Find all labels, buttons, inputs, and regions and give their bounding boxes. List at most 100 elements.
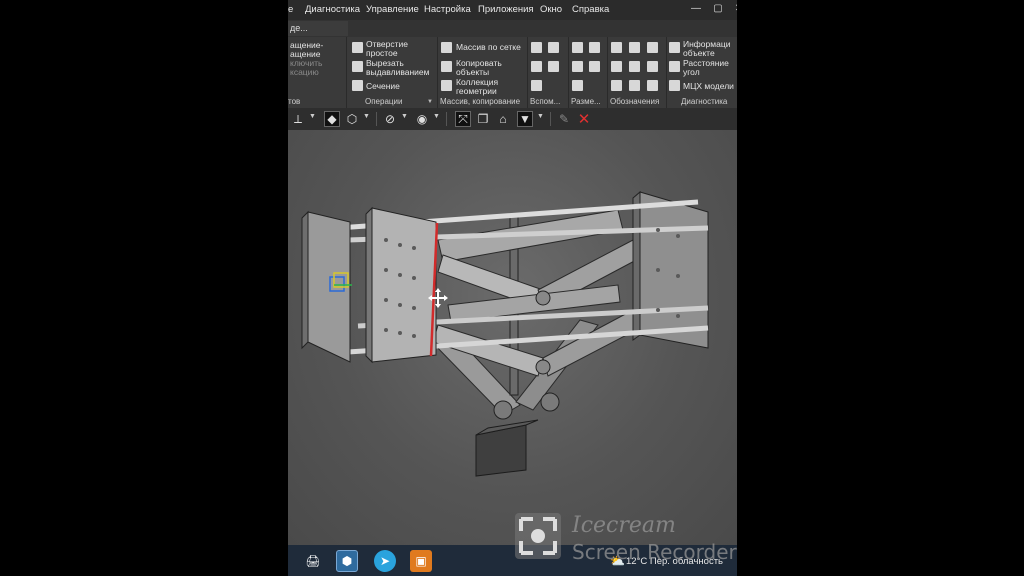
- pivot-pin[interactable]: [493, 400, 513, 420]
- aux-curve-icon[interactable]: [531, 80, 542, 91]
- group-expand-icon[interactable]: ▼: [427, 99, 433, 105]
- ribbon-group-label: тов: [288, 97, 301, 106]
- ribbon-group-label-dims: Разме...: [571, 97, 601, 106]
- display-mode-icon[interactable]: ◆: [324, 111, 340, 127]
- geometry-collection-button-line2[interactable]: геометрии: [456, 87, 497, 96]
- watermark-product: Screen Recorder: [572, 540, 737, 564]
- chevron-down-icon[interactable]: ▼: [433, 113, 440, 120]
- object-info-button-line2[interactable]: объекте: [683, 49, 715, 58]
- roughness-icon[interactable]: [611, 42, 622, 53]
- ribbon-group-label-array: Массив, копирование: [440, 97, 521, 106]
- 3d-viewport[interactable]: [288, 130, 737, 545]
- hide-icon[interactable]: ⊘: [382, 111, 398, 127]
- cancel-icon[interactable]: ✕: [576, 111, 592, 128]
- ribbon-group-label-operations: Операции: [365, 97, 403, 106]
- copy-objects-button-line2[interactable]: объекты: [456, 68, 489, 77]
- pivot-pin[interactable]: [540, 392, 560, 412]
- left-inner-plate[interactable]: [371, 207, 437, 363]
- aux-point-icon[interactable]: [531, 61, 542, 72]
- hole-simple-button-line2[interactable]: простое: [366, 49, 398, 58]
- linear-dim-icon[interactable]: [572, 42, 583, 53]
- geometry-collection-icon: [441, 80, 452, 91]
- angle-dim-icon[interactable]: [572, 61, 583, 72]
- lower-arm-right[interactable]: [542, 309, 641, 377]
- printer-app-icon[interactable]: 🖨: [302, 550, 324, 572]
- toolbar-separator: [550, 112, 551, 126]
- menu-item-partial[interactable]: e: [288, 4, 293, 15]
- chevron-down-icon[interactable]: ▼: [537, 113, 544, 120]
- menu-item-help[interactable]: Справка: [572, 4, 609, 15]
- left-outer-plate-edge: [301, 210, 309, 350]
- pivot-pin[interactable]: [535, 290, 551, 306]
- ribbon-group-array: Массив по сетке Копировать объекты Колле…: [438, 37, 528, 108]
- menu-item-diagnostics[interactable]: Диагностика: [305, 4, 360, 15]
- cad-app-icon[interactable]: ⬢: [336, 550, 358, 572]
- weld-icon[interactable]: [611, 61, 622, 72]
- maximize-button[interactable]: ▢: [712, 3, 724, 15]
- radial-dim-icon[interactable]: [589, 42, 600, 53]
- aux-axis-icon[interactable]: [531, 42, 542, 53]
- aux-cs-icon[interactable]: [548, 61, 559, 72]
- snap-icon[interactable]: ⤧: [455, 111, 471, 127]
- ribbon-group-label-aux: Вспом...: [530, 97, 561, 106]
- marking-icon[interactable]: [647, 61, 658, 72]
- base-icon[interactable]: [647, 42, 658, 53]
- arc-dim-icon[interactable]: [572, 80, 583, 91]
- recorder-app-icon[interactable]: ▣: [410, 550, 432, 572]
- ribbon-group-label-notation: Обозначения: [610, 97, 660, 106]
- position-icon[interactable]: [611, 80, 622, 91]
- section-icon: [352, 80, 363, 91]
- chevron-down-icon[interactable]: ▼: [363, 113, 370, 120]
- watermark-logo: [515, 513, 561, 559]
- 3d-model[interactable]: [288, 130, 737, 545]
- distance-icon: [669, 61, 680, 72]
- select-icon[interactable]: ❐: [475, 111, 491, 127]
- copy-objects-icon: [441, 61, 452, 72]
- menu-item-window[interactable]: Окно: [540, 4, 562, 15]
- menu-item-settings[interactable]: Настройка: [424, 4, 471, 15]
- cut-extrude-icon: [352, 61, 363, 72]
- toolbar-separator: [376, 112, 377, 126]
- document-tab-strip: де...: [288, 20, 737, 37]
- right-plate[interactable]: [639, 191, 709, 349]
- menu-item-management[interactable]: Управление: [366, 4, 419, 15]
- info-icon: [669, 42, 680, 53]
- cut-extrude-button-line2[interactable]: выдавливанием: [366, 68, 430, 77]
- mass-props-icon: [669, 80, 680, 91]
- chevron-down-icon[interactable]: ▼: [401, 113, 408, 120]
- close-button[interactable]: ✕: [733, 3, 737, 15]
- right-plate-edge: [632, 190, 641, 341]
- section-button[interactable]: Сечение: [366, 82, 400, 91]
- diam-dim-icon[interactable]: [589, 61, 600, 72]
- leader-icon[interactable]: [629, 42, 640, 53]
- ribbon-group-dims: Разме...: [569, 37, 608, 108]
- toolbar-separator: [446, 112, 447, 126]
- orientation-icon[interactable]: ⟂: [290, 111, 306, 127]
- ribbon-group-diagnostics: Информаци объекте Расстояние угол МЦХ мо…: [667, 37, 737, 108]
- ribbon-group-transform: ащение- ащение ключить ксацию тов: [288, 37, 347, 108]
- table-icon[interactable]: [647, 80, 658, 91]
- text-icon[interactable]: [629, 80, 640, 91]
- filter-parts-icon[interactable]: ⌂: [495, 111, 511, 127]
- app-window: e Диагностика Управление Настройка Прило…: [288, 0, 737, 576]
- menu-item-applications[interactable]: Приложения: [478, 4, 534, 15]
- view-icon[interactable]: ◉: [414, 111, 430, 127]
- pipette-icon[interactable]: ✎: [556, 111, 572, 127]
- aux-plane-icon[interactable]: [548, 42, 559, 53]
- mass-props-button[interactable]: МЦХ модели: [683, 82, 734, 91]
- distance-angle-button-line2[interactable]: угол: [683, 68, 700, 77]
- left-inner-plate-edge: [365, 206, 373, 364]
- minimize-button[interactable]: —: [690, 3, 702, 15]
- ribbon: ащение- ащение ключить ксацию тов Отверс…: [288, 37, 737, 109]
- pivot-pin[interactable]: [535, 359, 551, 375]
- hole-icon: [352, 42, 363, 53]
- tolerance-icon[interactable]: [629, 61, 640, 72]
- telegram-icon[interactable]: ➤: [374, 550, 396, 572]
- ribbon-group-label-diagnostics: Диагностика: [681, 97, 728, 106]
- wireframe-icon[interactable]: ⬡: [344, 111, 360, 127]
- ribbon-item-fixation[interactable]: ксацию: [290, 68, 319, 77]
- document-tab[interactable]: де...: [288, 21, 348, 36]
- chevron-down-icon[interactable]: ▼: [309, 113, 316, 120]
- grid-array-button[interactable]: Массив по сетке: [456, 43, 521, 52]
- filter-icon[interactable]: ▼: [517, 111, 533, 127]
